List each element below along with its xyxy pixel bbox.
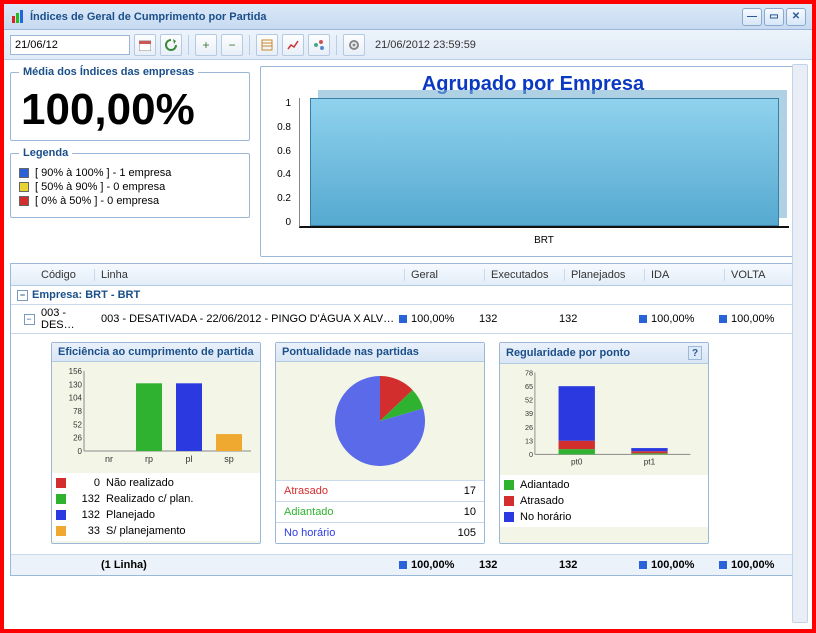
col-planejados[interactable]: Planejados xyxy=(565,269,645,281)
svg-text:26: 26 xyxy=(525,423,533,432)
top-chart-title: Agrupado por Empresa xyxy=(269,73,797,96)
svg-text:65: 65 xyxy=(525,382,533,391)
help-icon[interactable]: ? xyxy=(688,346,702,360)
svg-text:pt1: pt1 xyxy=(644,457,656,466)
svg-text:0: 0 xyxy=(529,450,533,459)
table-row[interactable]: − 003 - DES… 003 - DESATIVADA - 22/06/20… xyxy=(11,305,805,334)
close-button[interactable]: ✕ xyxy=(786,8,806,26)
cell-volta: 100,00% xyxy=(719,313,799,325)
svg-text:156: 156 xyxy=(69,367,83,376)
legend-item: 33S/ planejamento xyxy=(56,523,256,539)
date-input[interactable] xyxy=(10,35,130,55)
punct-row: No horário105 xyxy=(276,522,484,543)
legend-item: [ 0% à 50% ] - 0 empresa xyxy=(19,195,241,207)
collapse-icon[interactable]: − xyxy=(24,314,35,325)
legend-item: [ 90% à 100% ] - 1 empresa xyxy=(19,167,241,179)
svg-text:pt0: pt0 xyxy=(571,457,583,466)
col-executados[interactable]: Executados xyxy=(485,269,565,281)
cell-linha: 003 - DESATIVADA - 22/06/2012 - PINGO D'… xyxy=(101,313,399,325)
cell-geral: 100,00% xyxy=(399,313,479,325)
col-ida[interactable]: IDA xyxy=(645,269,725,281)
grid-footer: (1 Linha) 100,00% 132 132 100,00% 100,00… xyxy=(11,555,805,575)
punctuality-panel: Pontualidade nas partidas Atrasado17Adia… xyxy=(275,342,485,544)
punct-row: Adiantado10 xyxy=(276,501,484,522)
group-label: Empresa: BRT - BRT xyxy=(32,289,140,301)
chart-mode-button[interactable] xyxy=(282,34,304,56)
timestamp: 21/06/2012 23:59:59 xyxy=(375,39,476,51)
regularity-title: Regularidade por ponto xyxy=(506,347,630,359)
svg-text:78: 78 xyxy=(73,407,82,416)
legend-item: [ 50% à 90% ] - 0 empresa xyxy=(19,181,241,193)
svg-text:0: 0 xyxy=(78,447,83,456)
svg-text:sp: sp xyxy=(224,454,234,464)
col-codigo[interactable]: Código xyxy=(35,269,95,281)
calendar-button[interactable] xyxy=(134,34,156,56)
average-panel: Média dos Índices das empresas 100,00% xyxy=(10,66,250,141)
cluster-button[interactable] xyxy=(308,34,330,56)
maximize-button[interactable]: ▭ xyxy=(764,8,784,26)
legend-item: 132Planejado xyxy=(56,507,256,523)
top-chart-bar xyxy=(310,98,779,226)
legend-item: 132Realizado c/ plan. xyxy=(56,491,256,507)
punct-row: Atrasado17 xyxy=(276,480,484,501)
refresh-button[interactable] xyxy=(160,34,182,56)
regularity-chart: 0 13 26 39 52 65 78 pt0 pt1 xyxy=(504,368,704,468)
legend-panel-title: Legenda xyxy=(19,147,72,159)
cell-planejados: 132 xyxy=(559,313,639,325)
footer-planejados: 132 xyxy=(559,559,639,571)
toolbar: + − 21/06/2012 23:59:59 xyxy=(4,30,812,60)
regularity-panel: Regularidade por ponto ? 0 13 26 39 52 65 78 p… xyxy=(499,342,709,544)
content-area: Média dos Índices das empresas 100,00% L… xyxy=(4,60,812,629)
cell-ida: 100,00% xyxy=(639,313,719,325)
collapse-button[interactable]: − xyxy=(221,34,243,56)
efficiency-panel: Eficiência ao cumprimento de partida 0 26… xyxy=(51,342,261,544)
efficiency-chart: 0 26 52 78 104 130 156 nr rp pl sp xyxy=(56,366,256,466)
detail-panels: Eficiência ao cumprimento de partida 0 26… xyxy=(11,334,805,555)
cell-executados: 132 xyxy=(479,313,559,325)
col-geral[interactable]: Geral xyxy=(405,269,485,281)
footer-geral: 100,00% xyxy=(399,559,479,571)
legend-panel: Legenda [ 90% à 100% ] - 1 empresa [ 50% … xyxy=(10,147,250,218)
top-chart-area: 10.80.60.40.20 BRT xyxy=(269,98,797,248)
window-titlebar: Índices de Geral de Cumprimento por Part… xyxy=(4,4,812,30)
footer-volta: 100,00% xyxy=(719,559,799,571)
punctuality-pie xyxy=(315,366,445,476)
efficiency-title: Eficiência ao cumprimento de partida xyxy=(58,346,254,358)
expand-button[interactable]: + xyxy=(195,34,217,56)
svg-text:39: 39 xyxy=(525,409,533,418)
gear-button[interactable] xyxy=(343,34,365,56)
svg-text:78: 78 xyxy=(525,368,533,377)
svg-text:26: 26 xyxy=(73,434,82,443)
window-title: Índices de Geral de Cumprimento por Part… xyxy=(30,11,742,23)
punctuality-title: Pontualidade nas partidas xyxy=(282,346,419,358)
footer-count: (1 Linha) xyxy=(101,559,399,571)
grid-header: Código Linha Geral Executados Planejados… xyxy=(11,264,805,286)
svg-text:pl: pl xyxy=(185,454,192,464)
app-icon xyxy=(10,9,26,25)
col-linha[interactable]: Linha xyxy=(95,269,405,281)
data-grid: Código Linha Geral Executados Planejados… xyxy=(10,263,806,576)
svg-text:130: 130 xyxy=(69,380,83,389)
list-view-button[interactable] xyxy=(256,34,278,56)
footer-ida: 100,00% xyxy=(639,559,719,571)
legend-item: Adiantado xyxy=(504,477,704,493)
svg-text:nr: nr xyxy=(105,454,113,464)
average-panel-title: Média dos Índices das empresas xyxy=(19,66,198,78)
minimize-button[interactable]: — xyxy=(742,8,762,26)
svg-text:13: 13 xyxy=(525,436,533,445)
legend-item: 0Não realizado xyxy=(56,475,256,491)
svg-text:52: 52 xyxy=(73,420,82,429)
svg-text:rp: rp xyxy=(145,454,153,464)
svg-text:104: 104 xyxy=(69,394,83,403)
average-value: 100,00% xyxy=(19,84,241,132)
collapse-icon[interactable]: − xyxy=(17,290,28,301)
legend-item: Atrasado xyxy=(504,493,704,509)
legend-item: No horário xyxy=(504,509,704,525)
group-row[interactable]: − Empresa: BRT - BRT xyxy=(11,286,805,305)
footer-executados: 132 xyxy=(479,559,559,571)
svg-text:52: 52 xyxy=(525,396,533,405)
top-chart-panel: Agrupado por Empresa 10.80.60.40.20 BRT xyxy=(260,66,806,257)
cell-codigo: 003 - DES… xyxy=(41,307,101,331)
vertical-scrollbar[interactable] xyxy=(792,64,808,623)
